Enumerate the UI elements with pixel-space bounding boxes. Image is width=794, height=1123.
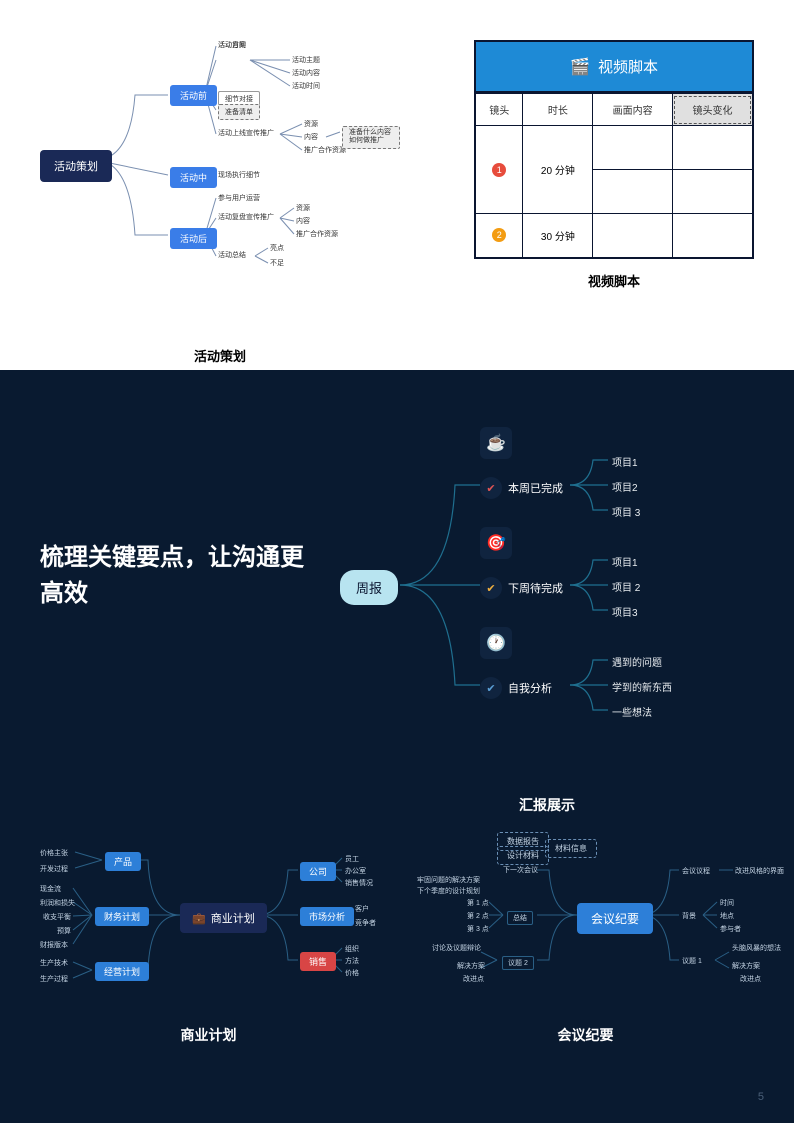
mm-node-during: 活动中 <box>170 167 217 188</box>
coffee-icon: ☕ <box>480 427 512 459</box>
mm-root: 活动策划 <box>40 150 112 182</box>
mm-node-before: 活动前 <box>170 85 217 106</box>
video-header: 视频脚本 <box>474 40 754 93</box>
caption-video: 视频脚本 <box>474 271 754 290</box>
caption-meeting: 会议纪要 <box>417 1025 754 1045</box>
wr-self: ✔自我分析 <box>480 677 552 699</box>
mindmap-activity: 活动策划 活动前 活动中 活动后 活动目的 活动方案 活动主题 活动内容 活动时… <box>40 40 400 350</box>
bm-root: 💼商业计划 <box>180 903 267 933</box>
meeting-root: 会议纪要 <box>577 903 653 934</box>
col-selected: 镜头变化 <box>672 94 753 126</box>
mindmap-business: 💼商业计划 产品 财务计划 经营计划 公司 市场分析 销售 价格主张 开发过程 … <box>40 840 377 1040</box>
mindmap-report: 周报 ☕ ✔本周已完成 🎯 ✔下周待完成 🕐 ✔自我分析 项目1 项目2 项目 … <box>340 410 754 810</box>
wr-done: ✔本周已完成 <box>480 477 563 499</box>
clock-icon: 🕐 <box>480 627 512 659</box>
caption-activity: 活动策划 <box>40 346 400 365</box>
page-number: 5 <box>758 1091 764 1103</box>
camera-icon <box>570 57 590 77</box>
mindmap-meeting: 数据报告 设计材料 材料信息 下一次会议 牢固问题的解决方案 下个季度的设计规划… <box>417 840 754 1040</box>
caption-business: 商业计划 <box>40 1025 377 1045</box>
hero-heading: 梳理关键要点，让沟通更高效 <box>40 540 310 612</box>
wr-todo: ✔下周待完成 <box>480 577 563 599</box>
mm-node-after: 活动后 <box>170 228 217 249</box>
target-icon: 🎯 <box>480 527 512 559</box>
video-script-table: 视频脚本 镜头 时长 画面内容 镜头变化 1 20 分钟 2 30 分钟 视频脚… <box>474 40 754 350</box>
caption-report: 汇报展示 <box>340 795 754 815</box>
wr-root: 周报 <box>340 570 398 605</box>
